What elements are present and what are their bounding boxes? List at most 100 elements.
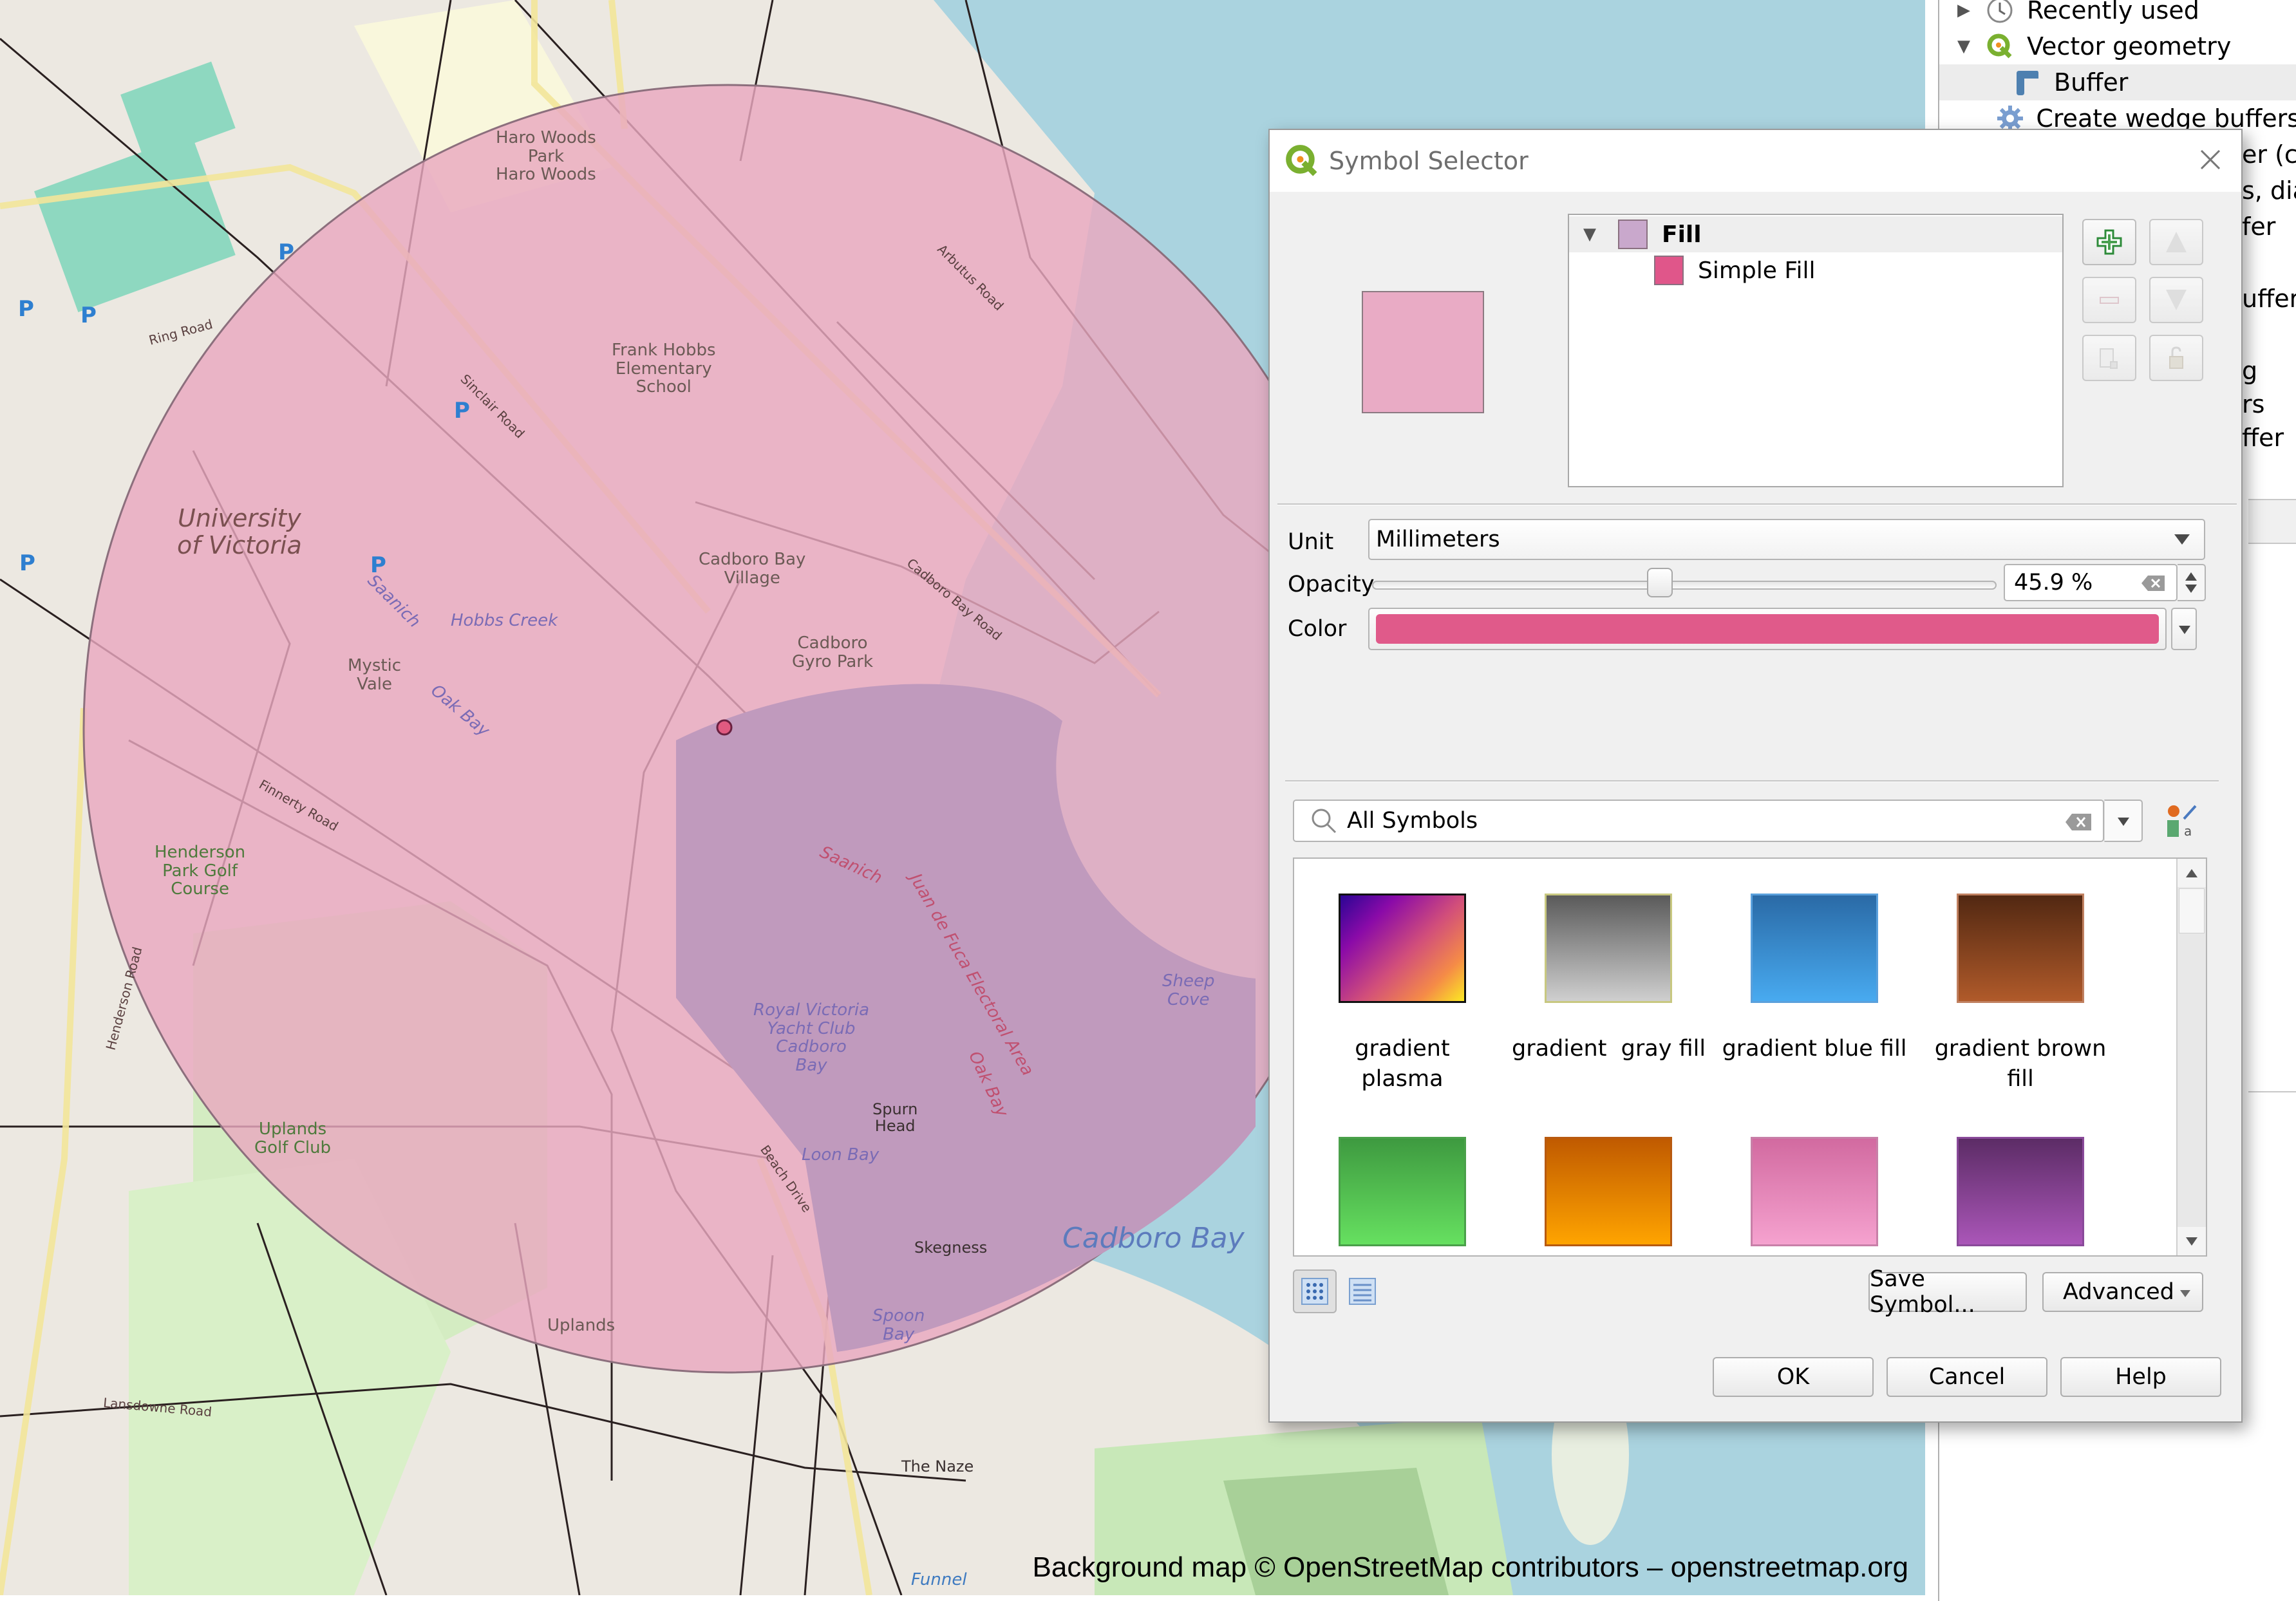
map-label-spoon-bay: Spoon Bay [872, 1306, 925, 1344]
minus-icon [2100, 297, 2119, 304]
opacity-stepper[interactable] [2178, 564, 2206, 601]
map-label-frank-hobbs: Frank Hobbs Elementary School [612, 341, 716, 397]
parking-icon: P [454, 398, 470, 424]
panel-divider [2248, 1091, 2296, 1092]
plus-icon [2096, 229, 2122, 255]
collapse-arrow-icon[interactable]: ▼ [1577, 225, 1603, 244]
tree-item-simple-fill[interactable]: Simple Fill [1569, 252, 2062, 288]
symbol-group-dropdown[interactable] [2104, 800, 2143, 842]
unit-select-value: Millimeters [1376, 527, 1500, 552]
dialog-titlebar[interactable]: Symbol Selector [1270, 130, 2241, 192]
symbol-item[interactable] [1924, 1137, 2117, 1246]
clear-icon[interactable] [2064, 812, 2093, 832]
parking-icon: P [278, 239, 294, 265]
symbol-thumbnail [1545, 894, 1672, 1003]
map-label-skegness: Skegness [914, 1239, 988, 1257]
ok-button[interactable]: OK [1713, 1357, 1874, 1397]
map-label-cadboro-bay: Cadboro Bay [1062, 1222, 1245, 1255]
unit-select[interactable]: Millimeters [1368, 519, 2205, 560]
symbol-item[interactable]: gradient plasma [1306, 894, 1499, 1095]
scroll-up-button[interactable] [2178, 859, 2206, 887]
symbol-search-input[interactable]: All Symbols [1293, 800, 2104, 842]
toolbox-item-partial[interactable]: ffer [2242, 424, 2284, 452]
map-attribution: Background map © OpenStreetMap contribut… [1032, 1551, 1909, 1583]
save-symbol-button[interactable]: Save Symbol... [1868, 1266, 2027, 1318]
toolbox-item-partial[interactable]: er (co [2242, 140, 2296, 169]
parking-icon: P [18, 296, 34, 322]
clock-icon [1984, 0, 2015, 26]
arrow-down-icon [2186, 1237, 2197, 1246]
symbol-item[interactable]: gradient brown fill [1924, 894, 2117, 1095]
map-label-uplands-golf: Uplands Golf Club [254, 1119, 332, 1157]
vertical-scrollbar[interactable] [2176, 859, 2206, 1255]
step-up-icon[interactable] [2185, 572, 2197, 581]
symbol-item[interactable] [1306, 1137, 1499, 1246]
parking-icon: P [19, 550, 35, 576]
lock-layer-button[interactable] [2149, 335, 2203, 381]
color-menu-button[interactable] [2171, 608, 2197, 650]
toolbox-item-partial[interactable]: fer [2242, 212, 2275, 241]
step-down-icon[interactable] [2185, 585, 2197, 593]
chevron-down-icon [2174, 534, 2190, 545]
symbol-label: gradient brown fill [1934, 1036, 2107, 1092]
toolbox-item-partial[interactable]: uffer [2242, 285, 2296, 313]
list-view-button[interactable] [1341, 1269, 1384, 1313]
symbol-thumbnail [1751, 894, 1878, 1003]
close-button[interactable] [2192, 142, 2228, 178]
layer-color-swatch [1618, 220, 1648, 249]
expand-arrow-icon[interactable]: ▶ [1957, 1, 1970, 20]
parking-icon: P [80, 303, 97, 328]
arrow-up-icon [2186, 868, 2197, 877]
toolbox-item-label: Recently used [2027, 0, 2199, 24]
toolbox-item-partial[interactable]: rs [2242, 390, 2264, 418]
separator [1285, 780, 2219, 782]
opacity-slider-handle[interactable] [1646, 568, 1673, 597]
map-label-loon-bay: Loon Bay [802, 1145, 880, 1165]
layer-color-swatch [1654, 256, 1684, 285]
grid-view-icon [1301, 1278, 1328, 1305]
symbol-library-grid[interactable]: gradient plasma gradient gray fill gradien… [1293, 857, 2207, 1257]
opacity-spinbox[interactable]: 45.9 % [2004, 564, 2178, 601]
chevron-down-icon [2180, 1290, 2190, 1297]
collapse-arrow-icon[interactable]: ▼ [1957, 37, 1970, 56]
map-label-hobbs-creek: Hobbs Creek [451, 611, 558, 630]
toolbox-item-partial[interactable]: s, dia [2242, 176, 2296, 205]
symbol-item[interactable]: gradient blue fill [1718, 894, 1911, 1064]
toolbox-item-buffer[interactable]: Buffer [1939, 64, 2296, 100]
sports-field [120, 61, 236, 162]
cancel-button[interactable]: Cancel [1887, 1357, 2047, 1397]
map-label-sheep-cove: Sheep Cove [1162, 971, 1215, 1009]
symbol-selector-dialog: Symbol Selector ▼ Fill Simple Fill Unit … [1268, 129, 2243, 1423]
move-down-button[interactable] [2149, 277, 2203, 323]
add-layer-button[interactable] [2082, 219, 2136, 265]
icon-view-button[interactable] [1293, 1269, 1337, 1313]
search-value: All Symbols [1347, 808, 1478, 834]
opacity-label: Opacity [1288, 572, 1375, 597]
style-manager-icon[interactable]: a [2165, 803, 2198, 839]
advanced-menu-button[interactable]: Advanced [2042, 1272, 2203, 1312]
symbol-layer-tree[interactable]: ▼ Fill Simple Fill [1568, 214, 2064, 487]
symbol-item[interactable] [1718, 1137, 1911, 1246]
opacity-slider-track[interactable] [1372, 581, 1997, 590]
symbol-item[interactable] [1512, 1137, 1705, 1246]
clear-icon[interactable] [2140, 574, 2166, 592]
scroll-down-button[interactable] [2178, 1227, 2206, 1255]
tree-item-fill[interactable]: ▼ Fill [1569, 216, 2062, 252]
help-button[interactable]: Help [2060, 1357, 2221, 1397]
move-up-button[interactable] [2149, 219, 2203, 265]
color-button[interactable] [1368, 608, 2167, 650]
duplicate-layer-button[interactable] [2082, 335, 2136, 381]
qgis-icon [1286, 145, 1317, 176]
close-icon [2200, 149, 2221, 170]
symbol-item[interactable]: gradient gray fill [1512, 894, 1706, 1064]
toolbox-item-partial[interactable]: g [2242, 357, 2257, 385]
separator [1277, 503, 2237, 505]
map-label-royal-victoria: Royal Victoria Yacht Club Cadboro Bay [753, 1000, 870, 1075]
panel-header-bar [2248, 499, 2296, 544]
toolbox-item-vector-geometry[interactable]: ▼ Vector geometry [1939, 28, 2296, 64]
toolbox-item-recently-used[interactable]: ▶ Recently used [1939, 0, 2296, 28]
symbol-thumbnail [1545, 1137, 1672, 1246]
scrollbar-thumb[interactable] [2179, 888, 2205, 933]
remove-layer-button[interactable] [2082, 277, 2136, 323]
symbol-preview [1362, 291, 1484, 413]
